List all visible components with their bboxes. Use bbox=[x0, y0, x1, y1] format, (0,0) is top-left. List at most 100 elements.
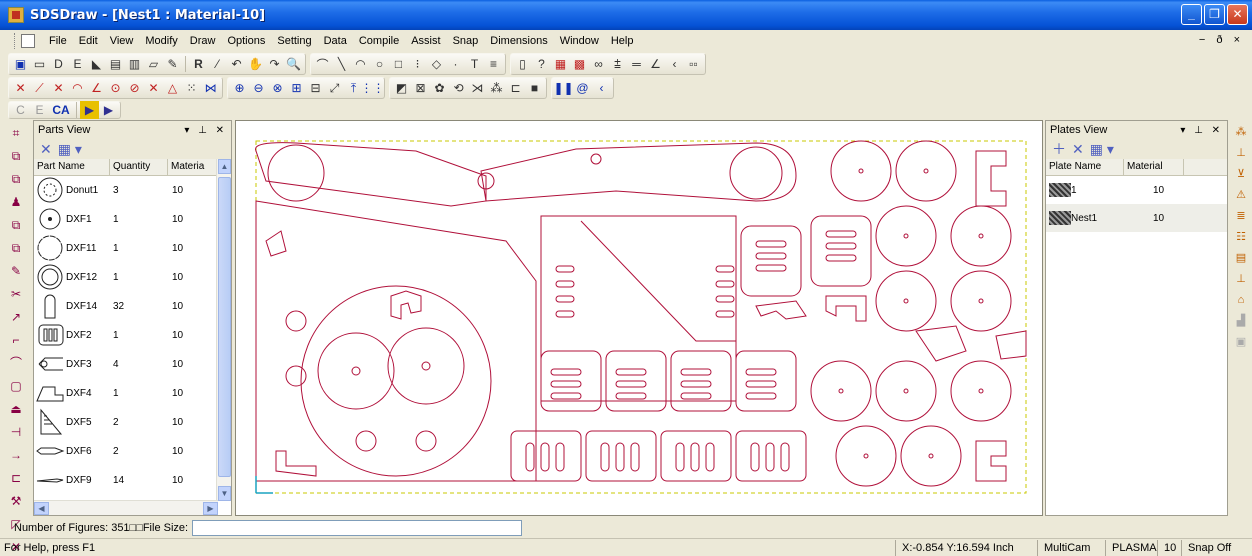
arrow-tool-icon[interactable]: → bbox=[4, 445, 28, 465]
minimize-button[interactable]: _ bbox=[1181, 4, 1202, 25]
menu-view[interactable]: View bbox=[104, 35, 140, 47]
cross-diag-icon[interactable]: ✕ bbox=[144, 79, 163, 97]
bow-tie-icon[interactable]: ⋈ bbox=[201, 79, 220, 97]
trim-tool-icon[interactable]: ✂ bbox=[4, 284, 28, 304]
back-icon[interactable]: ‹ bbox=[592, 79, 611, 97]
gear-icon[interactable]: ✿ bbox=[430, 79, 449, 97]
fillet-tool-icon[interactable]: ⌒ bbox=[4, 353, 28, 373]
zoom-prev-icon[interactable]: ⊟ bbox=[306, 79, 325, 97]
node-icon[interactable]: ◇ bbox=[427, 55, 446, 73]
document-icon[interactable] bbox=[21, 34, 35, 48]
dxf-export-icon[interactable]: E bbox=[68, 55, 87, 73]
select-icon[interactable]: ▶ bbox=[80, 101, 99, 119]
diagonal-icon[interactable]: ⊻ bbox=[1232, 165, 1250, 183]
rotate-icon[interactable]: ⟲ bbox=[449, 79, 468, 97]
down-tool-icon[interactable]: ⊥ bbox=[1232, 270, 1250, 288]
triangle-icon[interactable]: △ bbox=[163, 79, 182, 97]
wrench-tool-icon[interactable]: ⚒ bbox=[4, 491, 28, 511]
disabled-tool-icon[interactable]: ▟ bbox=[1232, 312, 1250, 330]
point-icon[interactable]: · bbox=[446, 55, 465, 73]
view-mode-icon[interactable]: ▦ ▾ bbox=[1090, 141, 1114, 158]
doc-icon[interactable]: ▯ bbox=[513, 55, 532, 73]
pen-icon[interactable]: ✎ bbox=[163, 55, 182, 73]
part-row[interactable]: DXF3 4 10 bbox=[34, 350, 231, 379]
arc-icon[interactable]: ⌒ bbox=[313, 55, 332, 73]
paste-tool-icon[interactable]: ⧉ bbox=[4, 169, 28, 189]
bracket-tool-icon[interactable]: ⊏ bbox=[4, 468, 28, 488]
fill-icon[interactable]: ■ bbox=[525, 79, 544, 97]
menu-window[interactable]: Window bbox=[554, 35, 605, 47]
part-grid-icon[interactable]: ⊠ bbox=[411, 79, 430, 97]
c-button[interactable]: C bbox=[11, 101, 30, 119]
cross-line-icon[interactable]: ✕ bbox=[11, 79, 30, 97]
select-multi-icon[interactable]: ▶ bbox=[99, 101, 118, 119]
col-part-name[interactable]: Part Name bbox=[34, 159, 110, 175]
line-angle-icon[interactable]: ⟋ bbox=[30, 79, 49, 97]
nest-view-icon[interactable]: ◩ bbox=[392, 79, 411, 97]
arc-ccw-icon[interactable]: ◠ bbox=[351, 55, 370, 73]
delete-part-icon[interactable]: ✕ bbox=[40, 141, 52, 158]
col-material[interactable]: Materia bbox=[168, 159, 218, 175]
command-input[interactable] bbox=[192, 520, 523, 536]
menu-setting[interactable]: Setting bbox=[271, 35, 317, 47]
line-icon[interactable]: ╲ bbox=[332, 55, 351, 73]
more-icon[interactable]: ▫▫ bbox=[684, 55, 703, 73]
close-button[interactable]: ✕ bbox=[1227, 4, 1248, 25]
zoom-out-icon[interactable]: ⊖ bbox=[249, 79, 268, 97]
text-icon[interactable]: T bbox=[465, 55, 484, 73]
array-icon[interactable]: ⁝ bbox=[408, 55, 427, 73]
menu-snap[interactable]: Snap bbox=[447, 35, 485, 47]
menu-compile[interactable]: Compile bbox=[353, 35, 405, 47]
circle-icon[interactable]: ○ bbox=[370, 55, 389, 73]
scroll-right-icon[interactable]: ▶ bbox=[203, 502, 218, 515]
nest-icon[interactable]: ◣ bbox=[87, 55, 106, 73]
post-icon[interactable]: ▩ bbox=[570, 55, 589, 73]
maximize-button[interactable]: ❐ bbox=[1204, 4, 1225, 25]
lead-in-tool-icon[interactable]: ↗ bbox=[4, 307, 28, 327]
rectangle-icon[interactable]: □ bbox=[389, 55, 408, 73]
part-row[interactable]: DXF1 1 10 bbox=[34, 205, 231, 234]
save-icon[interactable]: ▣ bbox=[11, 55, 30, 73]
circle-line-icon[interactable]: ⊘ bbox=[125, 79, 144, 97]
scroll-up-icon[interactable]: ▲ bbox=[218, 159, 231, 174]
part-row[interactable]: DXF14 32 10 bbox=[34, 292, 231, 321]
app-icon[interactable] bbox=[8, 7, 24, 23]
pause-icon[interactable]: ❚❚ bbox=[553, 79, 573, 97]
warning-icon[interactable]: ⚠ bbox=[1232, 186, 1250, 204]
part-row[interactable]: DXF9 14 10 bbox=[34, 466, 231, 495]
person-tool-icon[interactable]: ♟ bbox=[4, 192, 28, 212]
menu-modify[interactable]: Modify bbox=[139, 35, 183, 47]
open-icon[interactable]: ▭ bbox=[30, 55, 49, 73]
ca-button[interactable]: CA bbox=[49, 101, 73, 119]
arc-draw-icon[interactable]: ◠ bbox=[68, 79, 87, 97]
scale-icon[interactable]: ∞ bbox=[589, 55, 608, 73]
plate-row[interactable]: 1 10 bbox=[1046, 176, 1227, 204]
align-top-icon[interactable]: ⊥ bbox=[1232, 144, 1250, 162]
align-icon[interactable]: ⊏ bbox=[506, 79, 525, 97]
menu-options[interactable]: Options bbox=[221, 35, 271, 47]
extend-tool-icon[interactable]: ⊣ bbox=[4, 422, 28, 442]
list-tool-icon[interactable]: ≣ bbox=[1232, 207, 1250, 225]
eraser-icon[interactable]: ▱ bbox=[144, 55, 163, 73]
menu-help[interactable]: Help bbox=[605, 35, 640, 47]
circle-center-icon[interactable]: ⊙ bbox=[106, 79, 125, 97]
zoom-icon[interactable]: 🔍 bbox=[284, 55, 303, 73]
list-icon[interactable]: ≡ bbox=[484, 55, 503, 73]
hatch-tool-icon[interactable]: ⌗ bbox=[4, 123, 28, 143]
add-plate-icon[interactable]: ＋ bbox=[1052, 139, 1066, 159]
dots-icon[interactable]: ⋮⋮ bbox=[361, 79, 385, 97]
menu-assist[interactable]: Assist bbox=[405, 35, 446, 47]
dxf-import-icon[interactable]: D bbox=[49, 55, 68, 73]
panel-controls[interactable]: ▾ ⊥ ✕ bbox=[184, 125, 227, 136]
mdi-controls[interactable]: − ð × bbox=[1199, 34, 1244, 46]
zoom-in-icon[interactable]: ⊕ bbox=[230, 79, 249, 97]
panel-controls[interactable]: ▾ ⊥ ✕ bbox=[1180, 125, 1223, 136]
box-tool-icon[interactable]: ▢ bbox=[4, 376, 28, 396]
part-row[interactable]: DXF12 1 10 bbox=[34, 263, 231, 292]
pencil-tool-icon[interactable]: ✎ bbox=[4, 261, 28, 281]
cross-icon[interactable]: ✕ bbox=[49, 79, 68, 97]
view-mode-icon[interactable]: ▦ ▾ bbox=[58, 141, 82, 158]
menu-data[interactable]: Data bbox=[318, 35, 353, 47]
delete-plate-icon[interactable]: ✕ bbox=[1072, 141, 1084, 158]
hatch-icon[interactable]: ⁄ bbox=[208, 55, 227, 73]
